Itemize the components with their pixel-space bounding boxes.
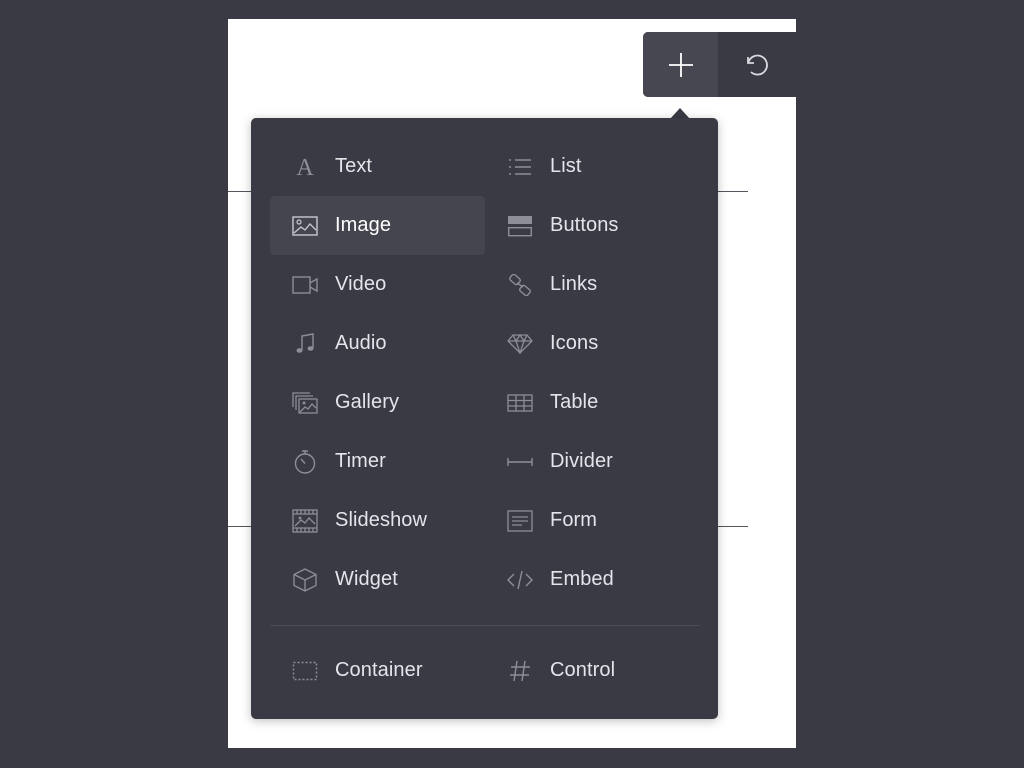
- menu-item-links[interactable]: Links: [485, 255, 700, 314]
- menu-item-label: Buttons: [550, 214, 619, 236]
- menu-item-slideshow[interactable]: Slideshow: [270, 491, 485, 550]
- menu-item-label: Links: [550, 273, 598, 295]
- menu-item-widget[interactable]: Widget: [270, 550, 485, 609]
- element-grid: A Text List Image Buttons Video Links Au…: [270, 137, 700, 609]
- menu-item-label: Image: [335, 214, 392, 236]
- menu-item-list[interactable]: List: [485, 137, 700, 196]
- element-grid-bottom: Container Control: [270, 641, 700, 700]
- menu-item-form[interactable]: Form: [485, 491, 700, 550]
- timer-icon: [292, 449, 318, 474]
- menu-item-label: Container: [335, 659, 423, 681]
- menu-item-label: Form: [550, 509, 598, 531]
- menu-item-audio[interactable]: Audio: [270, 314, 485, 373]
- container-icon: [292, 660, 318, 682]
- menu-item-label: Icons: [550, 332, 599, 354]
- menu-item-label: Video: [335, 273, 387, 295]
- divider-icon: [507, 451, 533, 473]
- menu-item-divider[interactable]: Divider: [485, 432, 700, 491]
- form-icon: [507, 509, 533, 532]
- menu-item-video[interactable]: Video: [270, 255, 485, 314]
- menu-item-label: Text: [335, 155, 373, 177]
- menu-item-label: Table: [550, 391, 599, 413]
- plus-icon: [668, 52, 694, 78]
- image-icon: [292, 215, 318, 237]
- code-icon: [507, 569, 533, 591]
- add-element-menu: A Text List Image Buttons Video Links Au…: [251, 118, 718, 719]
- menu-item-label: Timer: [335, 450, 386, 472]
- gallery-icon: [292, 391, 318, 414]
- undo-button[interactable]: [718, 32, 793, 97]
- menu-item-label: Control: [550, 659, 616, 681]
- floating-toolbar: [643, 32, 796, 97]
- undo-icon: [742, 51, 770, 79]
- menu-item-icons[interactable]: Icons: [485, 314, 700, 373]
- menu-item-label: Audio: [335, 332, 387, 354]
- menu-item-label: Widget: [335, 568, 398, 590]
- audio-icon: [292, 332, 318, 355]
- svg-text:A: A: [296, 156, 314, 178]
- menu-item-label: Slideshow: [335, 509, 428, 531]
- menu-item-label: Divider: [550, 450, 613, 472]
- menu-item-label: Embed: [550, 568, 614, 590]
- menu-item-container[interactable]: Container: [270, 641, 485, 700]
- menu-item-gallery[interactable]: Gallery: [270, 373, 485, 432]
- table-icon: [507, 392, 533, 414]
- hash-icon: [507, 660, 533, 682]
- menu-separator: [270, 625, 700, 626]
- text-icon: A: [292, 156, 318, 178]
- add-element-button[interactable]: [643, 32, 718, 97]
- list-icon: [507, 156, 533, 178]
- menu-item-timer[interactable]: Timer: [270, 432, 485, 491]
- diamond-icon: [507, 333, 533, 355]
- video-icon: [292, 274, 318, 296]
- buttons-icon: [507, 215, 533, 237]
- menu-item-embed[interactable]: Embed: [485, 550, 700, 609]
- menu-item-label: List: [550, 155, 582, 177]
- menu-item-table[interactable]: Table: [485, 373, 700, 432]
- slideshow-icon: [292, 508, 318, 533]
- links-icon: [507, 273, 533, 296]
- menu-item-control[interactable]: Control: [485, 641, 700, 700]
- menu-item-image[interactable]: Image: [270, 196, 485, 255]
- menu-item-text[interactable]: A Text: [270, 137, 485, 196]
- menu-item-buttons[interactable]: Buttons: [485, 196, 700, 255]
- menu-item-label: Gallery: [335, 391, 400, 413]
- cube-icon: [292, 567, 318, 592]
